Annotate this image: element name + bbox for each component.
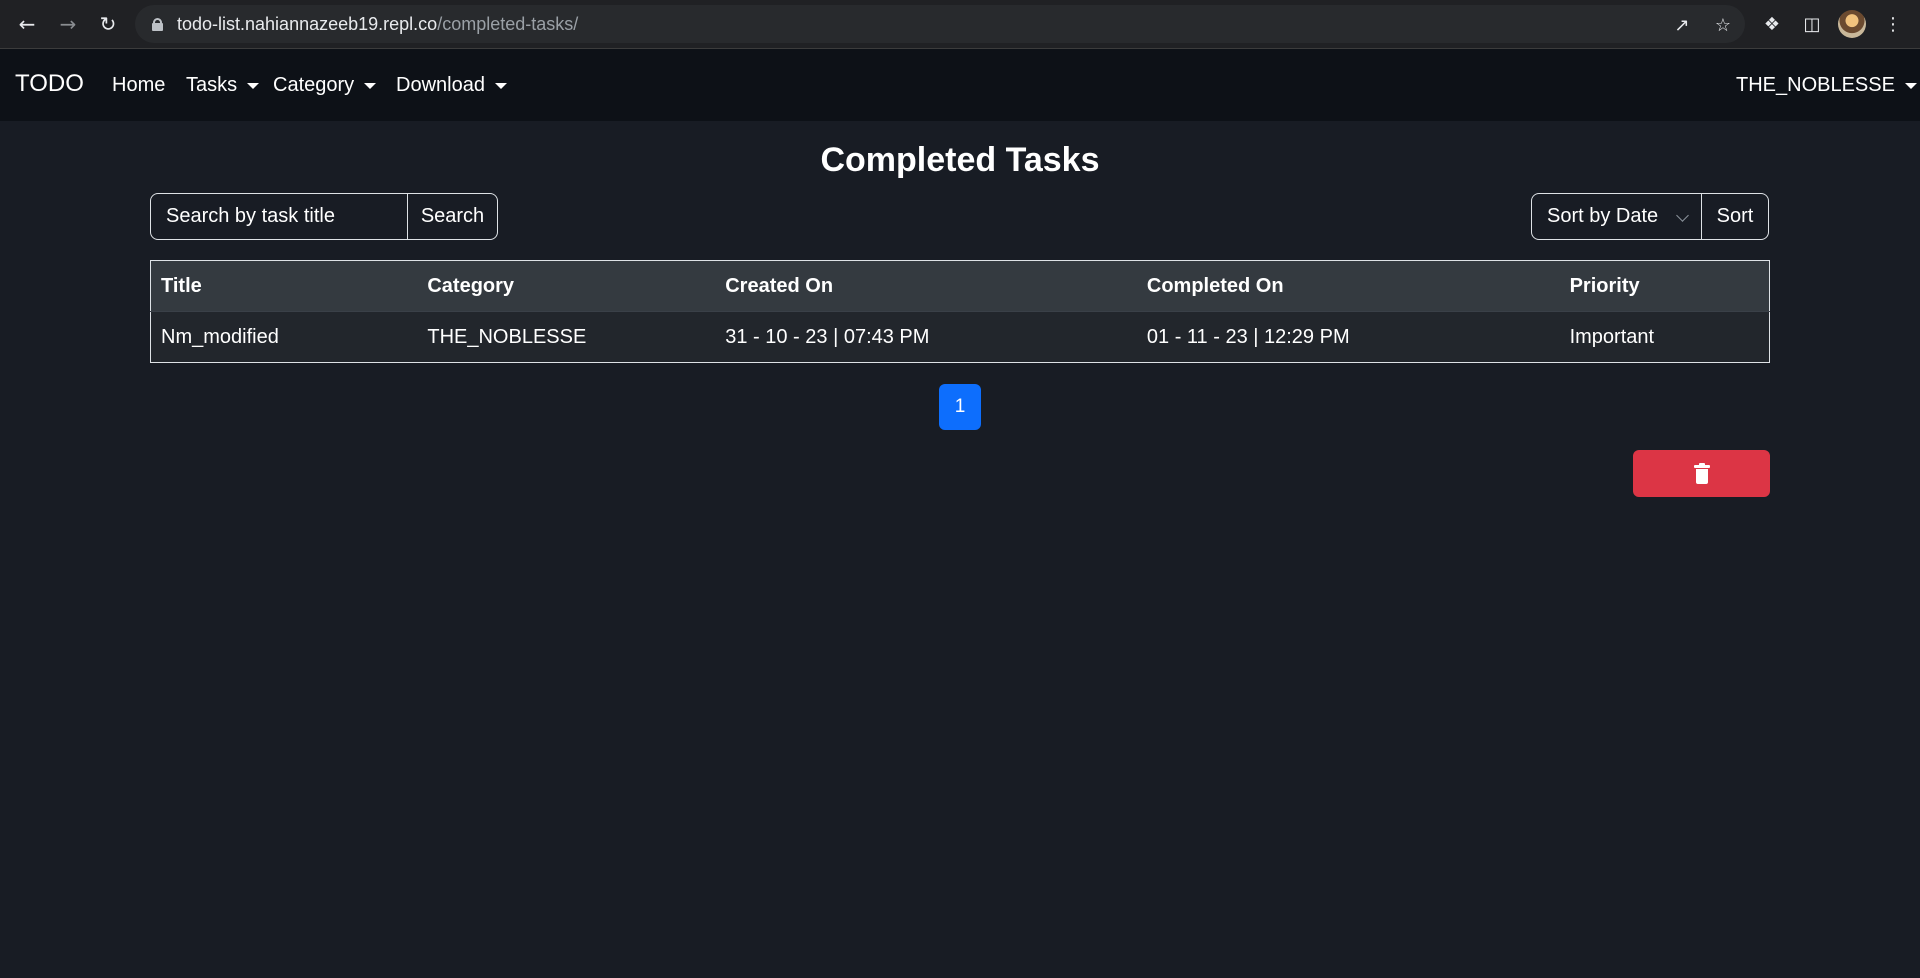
user-menu-dropdown[interactable]: THE_NOBLESSE bbox=[1736, 74, 1917, 97]
table-row: Nm_modified THE_NOBLESSE 31 - 10 - 23 | … bbox=[150, 311, 1770, 363]
cell-category: THE_NOBLESSE bbox=[417, 311, 716, 363]
brand-logo[interactable]: TODO bbox=[15, 70, 84, 98]
browser-chrome: ← → ↻ todo-list.nahiannazeeb19.repl.co/c… bbox=[0, 0, 1920, 49]
sort-button[interactable]: Sort bbox=[1702, 193, 1769, 240]
sort-selected-value: Sort by Date bbox=[1547, 205, 1659, 227]
search-input[interactable] bbox=[150, 193, 408, 240]
cell-completed-on: 01 - 11 - 23 | 12:29 PM bbox=[1136, 311, 1560, 363]
address-bar[interactable]: todo-list.nahiannazeeb19.repl.co/complet… bbox=[135, 5, 1745, 43]
url-path: /completed-tasks/ bbox=[437, 13, 579, 34]
caret-down-icon bbox=[247, 82, 260, 89]
column-header-category: Category bbox=[417, 260, 716, 312]
user-name: THE_NOBLESSE bbox=[1736, 74, 1895, 96]
nav-download-dropdown[interactable]: Download bbox=[396, 74, 507, 97]
star-icon[interactable]: ☆ bbox=[1711, 13, 1735, 37]
column-header-created-on: Created On bbox=[715, 260, 1137, 312]
nav-tasks-dropdown[interactable]: Tasks bbox=[186, 74, 260, 97]
reload-icon[interactable]: ↻ bbox=[93, 9, 123, 39]
chevron-down-icon bbox=[1676, 209, 1689, 222]
profile-avatar[interactable] bbox=[1838, 10, 1866, 38]
pagination-page-1[interactable]: 1 bbox=[939, 384, 981, 430]
delete-all-button[interactable] bbox=[1633, 450, 1770, 497]
caret-down-icon bbox=[364, 82, 377, 89]
url-host: todo-list.nahiannazeeb19.repl.co bbox=[177, 13, 438, 34]
nav-home-label: Home bbox=[112, 74, 166, 96]
back-arrow-icon[interactable]: ← bbox=[12, 9, 42, 39]
share-icon[interactable]: ↗ bbox=[1670, 13, 1694, 37]
completed-tasks-table: Title Category Created On Completed On P… bbox=[150, 260, 1770, 363]
app-navbar: TODO Home Tasks Category Download THE_NO… bbox=[0, 49, 1920, 121]
search-button[interactable]: Search bbox=[408, 193, 498, 240]
trash-icon bbox=[1693, 462, 1710, 484]
caret-down-icon bbox=[1904, 82, 1917, 89]
url-text[interactable]: todo-list.nahiannazeeb19.repl.co/complet… bbox=[177, 14, 578, 35]
nav-tasks-label: Tasks bbox=[186, 74, 238, 96]
nav-download-label: Download bbox=[396, 74, 485, 96]
cell-title: Nm_modified bbox=[150, 311, 418, 363]
menu-kebab-icon[interactable]: ⋮ bbox=[1880, 11, 1906, 37]
column-header-completed-on: Completed On bbox=[1136, 260, 1560, 312]
sort-select[interactable]: Sort by Date bbox=[1531, 193, 1702, 240]
page-title: Completed Tasks bbox=[820, 141, 1100, 179]
cell-created-on: 31 - 10 - 23 | 07:43 PM bbox=[715, 311, 1137, 363]
forward-arrow-icon[interactable]: → bbox=[53, 9, 83, 39]
caret-down-icon bbox=[494, 82, 507, 89]
nav-category-dropdown[interactable]: Category bbox=[273, 74, 377, 97]
table-header-row: Title Category Created On Completed On P… bbox=[150, 260, 1770, 312]
column-header-title: Title bbox=[150, 260, 418, 312]
search-form: Search bbox=[150, 193, 498, 240]
sort-form: Sort by Date Sort bbox=[1531, 193, 1769, 240]
extensions-icon[interactable]: ❖ bbox=[1759, 11, 1785, 37]
side-panel-icon[interactable]: ◫ bbox=[1799, 11, 1825, 37]
cell-priority: Important bbox=[1559, 311, 1770, 363]
lock-icon[interactable] bbox=[152, 17, 163, 31]
nav-home[interactable]: Home bbox=[112, 74, 165, 97]
column-header-priority: Priority bbox=[1559, 260, 1770, 312]
nav-category-label: Category bbox=[273, 74, 355, 96]
